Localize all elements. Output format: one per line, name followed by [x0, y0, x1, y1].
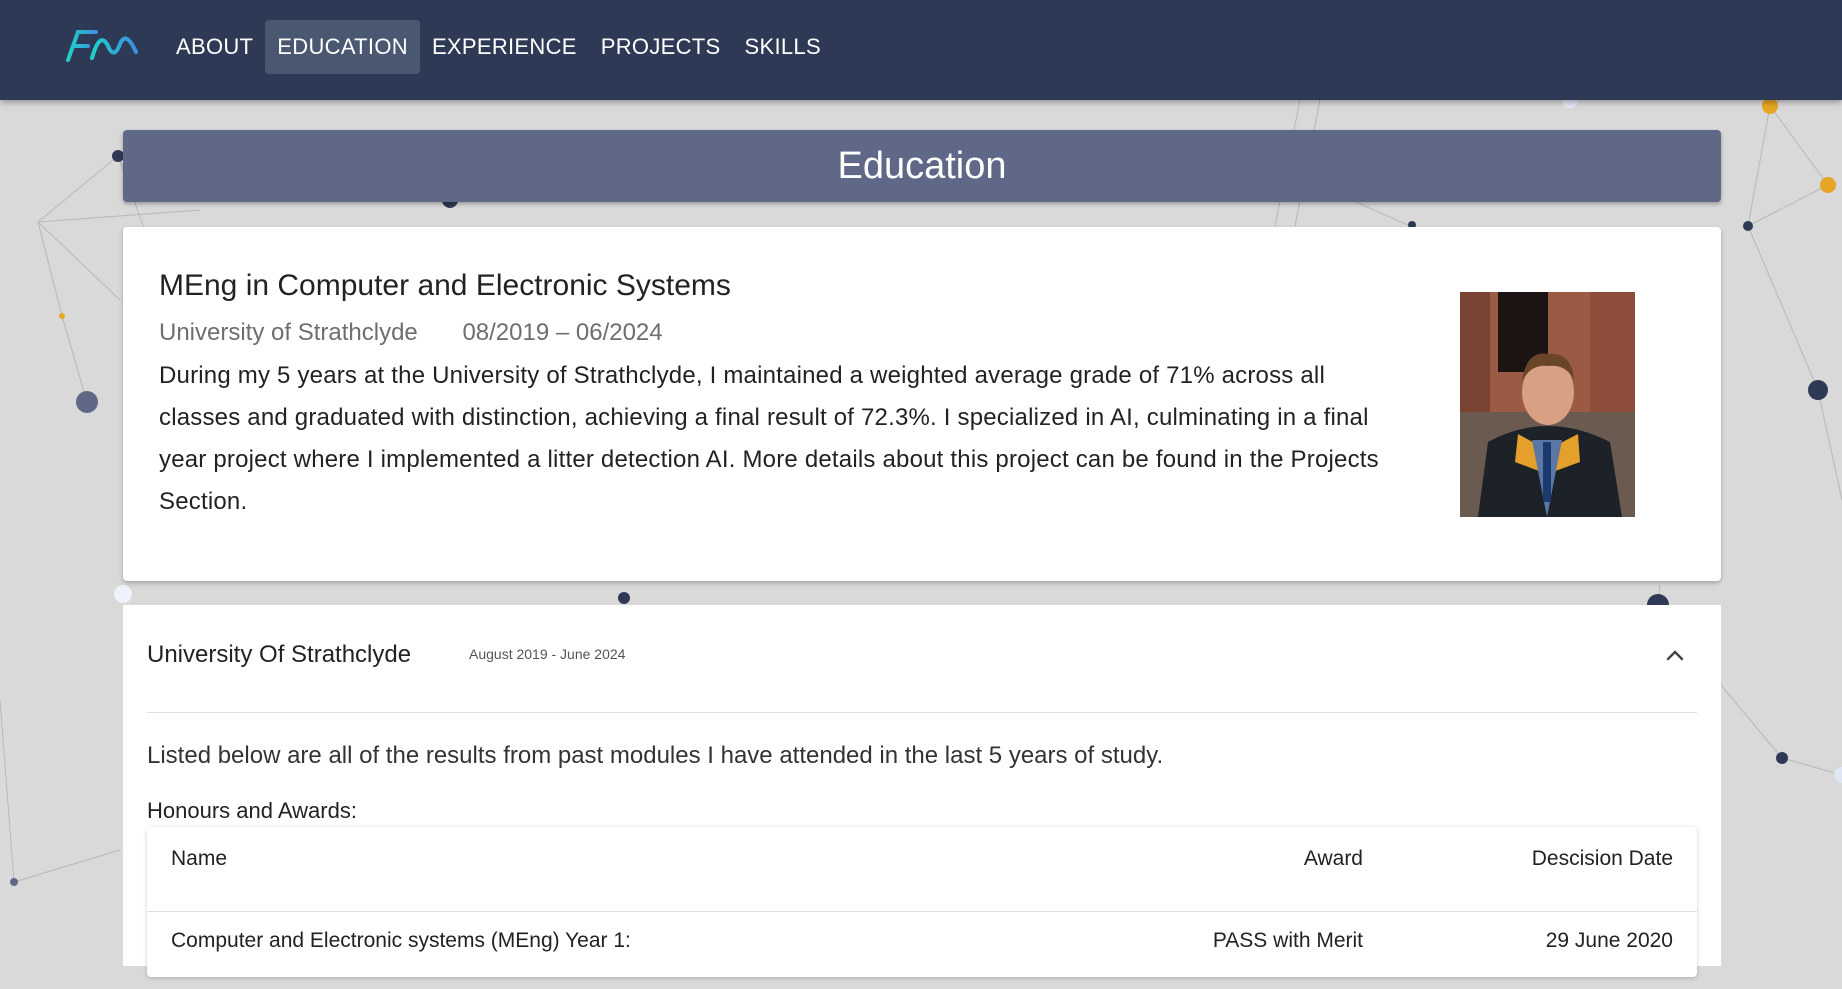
- section-title-bar: Education: [123, 130, 1721, 202]
- page-title: Education: [837, 144, 1007, 187]
- honours-heading: Honours and Awards:: [147, 798, 357, 823]
- degree-meta: University of Strathclyde 08/2019 – 06/2…: [159, 319, 663, 347]
- table-header: Name Award Descision Date: [147, 847, 1697, 907]
- degree-card: MEng in Computer and Electronic Systems …: [123, 227, 1721, 581]
- header-date[interactable]: Descision Date: [1532, 847, 1673, 871]
- logo-icon[interactable]: [62, 26, 142, 66]
- main-nav: ABOUT EDUCATION EXPERIENCE PROJECTS SKIL…: [164, 20, 833, 74]
- degree-description: During my 5 years at the University of S…: [159, 362, 1379, 515]
- nav-item-about[interactable]: ABOUT: [164, 20, 265, 74]
- degree-institution: University of Strathclyde: [159, 319, 418, 346]
- degree-title: MEng in Computer and Electronic Systems: [159, 269, 731, 302]
- top-navigation-bar: ABOUT EDUCATION EXPERIENCE PROJECTS SKIL…: [0, 0, 1842, 100]
- header-award[interactable]: Award: [1304, 847, 1363, 871]
- graduation-photo: [1460, 292, 1635, 517]
- table-row: Computer and Electronic systems (MEng) Y…: [147, 929, 1697, 989]
- results-panel-dates: August 2019 - June 2024: [469, 646, 626, 662]
- results-intro: Listed below are all of the results from…: [147, 742, 1164, 769]
- degree-dates: 08/2019 – 06/2024: [462, 319, 663, 346]
- nav-item-education[interactable]: EDUCATION: [265, 20, 420, 74]
- nav-item-projects[interactable]: PROJECTS: [589, 20, 733, 74]
- nav-item-skills[interactable]: SKILLS: [733, 20, 833, 74]
- nav-item-experience[interactable]: EXPERIENCE: [420, 20, 589, 74]
- panel-divider: [147, 712, 1697, 713]
- row-date: 29 June 2020: [1545, 929, 1673, 952]
- honours-table: Name Award Descision Date Computer and E…: [147, 827, 1697, 977]
- results-panel-title[interactable]: University Of Strathclyde: [147, 641, 411, 669]
- results-panel: University Of Strathclyde August 2019 - …: [123, 605, 1721, 977]
- table-divider: [147, 911, 1697, 912]
- chevron-up-icon[interactable]: [1663, 643, 1687, 667]
- header-name[interactable]: Name: [171, 847, 227, 871]
- row-award: PASS with Merit: [1212, 929, 1363, 952]
- row-name: Computer and Electronic systems (MEng) Y…: [171, 929, 631, 952]
